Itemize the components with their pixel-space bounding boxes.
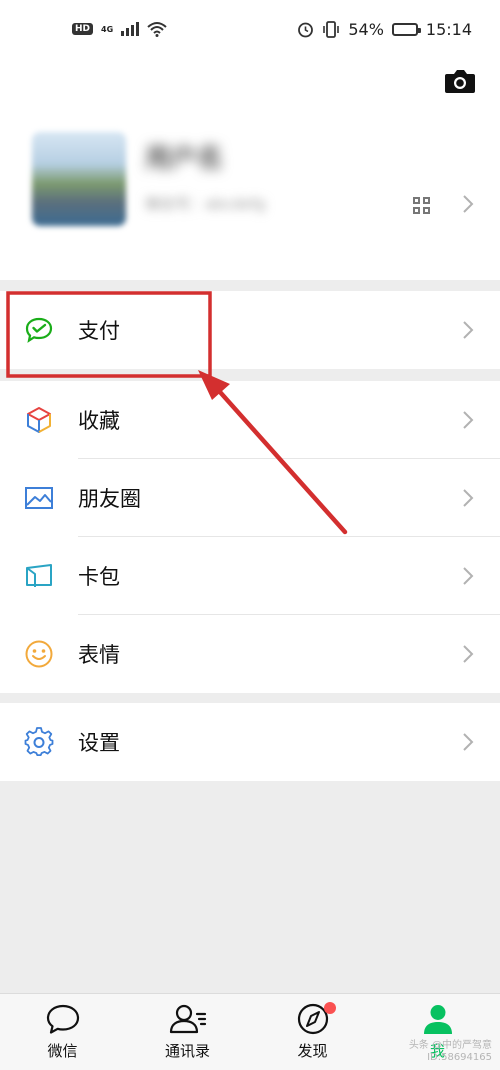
camera-icon[interactable] — [444, 68, 476, 94]
nickname: 用户名 — [145, 144, 224, 174]
tab-chats[interactable]: 微信 — [0, 994, 125, 1070]
photo-icon — [24, 483, 54, 513]
wechat-pay-icon — [24, 315, 54, 345]
cube-icon — [24, 405, 54, 435]
tab-label: 发现 — [297, 1042, 328, 1060]
battery-percent: 54% — [348, 19, 384, 39]
settings-group: 设置 — [0, 703, 500, 781]
hd-badge: HD — [72, 23, 94, 35]
tab-discover[interactable]: 发现 — [250, 994, 375, 1070]
qr-code-icon[interactable] — [413, 197, 430, 214]
watermark-line: ID:58694165 — [427, 1052, 492, 1063]
wechat-id: 微信号：abcdefg — [145, 195, 266, 213]
avatar[interactable] — [32, 132, 126, 226]
battery-icon — [391, 22, 421, 36]
watermark: 头条 @中的严驾意 ID:58694165 — [409, 1040, 492, 1064]
signal-icon — [121, 22, 140, 36]
alarm-icon — [298, 22, 314, 37]
chevron-right-icon — [463, 567, 474, 585]
chevron-right-icon — [463, 645, 474, 663]
menu-item-moments[interactable]: 朋友圈 — [0, 459, 500, 537]
menu-item-label: 表情 — [78, 643, 120, 667]
chevron-right-icon — [463, 733, 474, 751]
menu-item-favorites[interactable]: 收藏 — [0, 381, 500, 459]
menu-item-stickers[interactable]: 表情 — [0, 615, 500, 693]
profile-header[interactable]: 用户名 微信号：abcdefg — [0, 58, 500, 280]
menu-item-label: 朋友圈 — [78, 487, 141, 511]
vibrate-icon — [323, 20, 340, 38]
contacts-icon — [169, 1004, 206, 1034]
wifi-icon — [147, 22, 167, 37]
pay-group: 支付 — [0, 291, 500, 369]
network-type: 4G — [101, 24, 114, 34]
tab-label: 通讯录 — [164, 1042, 210, 1060]
clock: 15:14 — [425, 19, 472, 39]
chevron-right-icon — [463, 489, 474, 507]
chevron-right-icon — [463, 321, 474, 339]
chat-bubble-icon — [46, 1004, 79, 1034]
watermark-line: 头条 @中的严驾意 — [408, 1040, 492, 1051]
tab-contacts[interactable]: 通讯录 — [125, 994, 250, 1070]
notification-dot — [324, 1002, 336, 1014]
card-wallet-icon — [24, 561, 54, 591]
menu-item-cards[interactable]: 卡包 — [0, 537, 500, 615]
tab-bar: 微信 通讯录 发现 我 头条 @中的严驾意 ID:58694165 — [0, 993, 500, 1070]
menu-item-label: 设置 — [78, 731, 120, 755]
chevron-right-icon — [463, 411, 474, 429]
menu-item-label: 收藏 — [78, 409, 120, 433]
menu-item-label: 支付 — [78, 319, 120, 343]
main-menu-group: 收藏 朋友圈 卡包 表情 — [0, 381, 500, 693]
gear-icon — [24, 727, 54, 757]
tab-label: 微信 — [47, 1042, 78, 1060]
smiley-icon — [24, 639, 54, 669]
menu-item-label: 卡包 — [78, 565, 120, 589]
chevron-right-icon — [463, 195, 474, 213]
person-icon — [423, 1005, 452, 1034]
menu-item-settings[interactable]: 设置 — [0, 703, 500, 781]
status-bar: HD 4G 54% 15:14 — [0, 0, 500, 58]
menu-item-pay[interactable]: 支付 — [0, 291, 500, 369]
